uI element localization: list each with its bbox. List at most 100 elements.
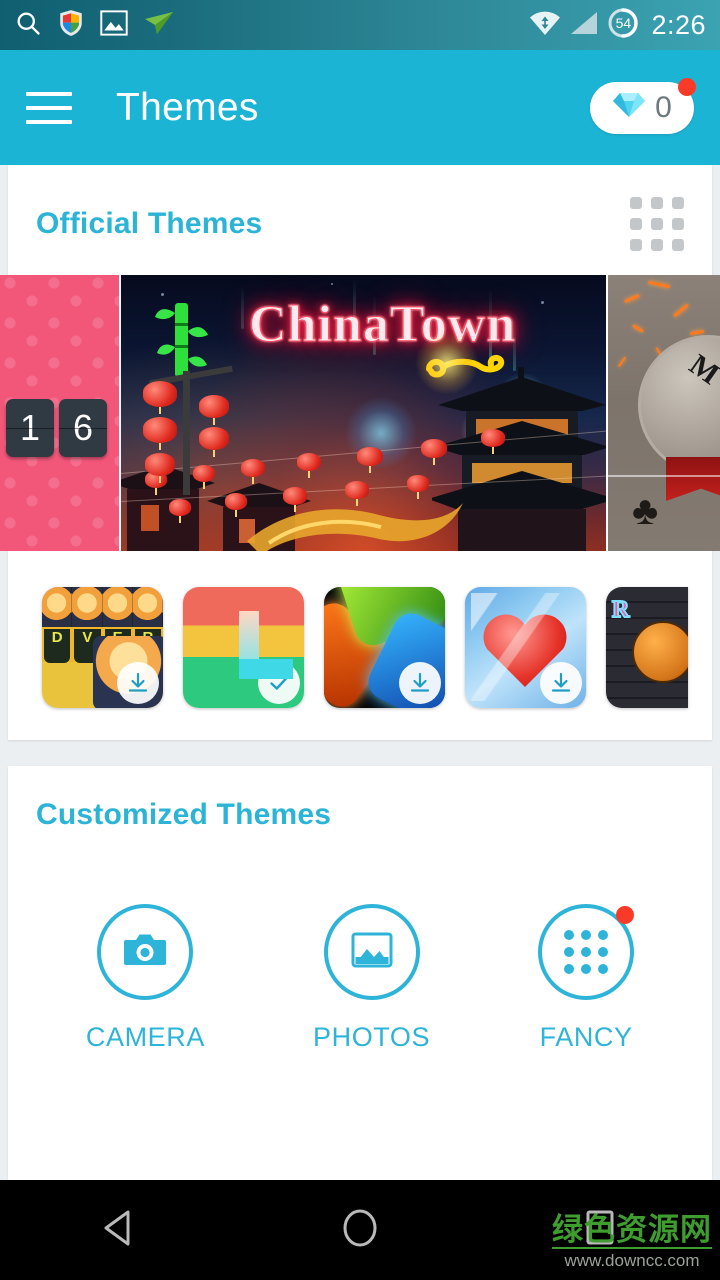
grid-dot (672, 239, 684, 251)
site-watermark: 绿色资源网 www.downcc.com (552, 1213, 712, 1270)
grid-dot (564, 947, 575, 957)
banner-pink-hearts-clock-theme[interactable]: 1 6 (0, 275, 119, 551)
graffiti-tag: R (611, 596, 630, 624)
grid-dot (564, 964, 575, 974)
stone-wallpaper: M ♣ (608, 275, 720, 551)
spark (617, 356, 627, 368)
fancy-button[interactable] (538, 904, 635, 1000)
gem-count-label: 0 (655, 90, 672, 124)
clock-digit: 1 (6, 399, 54, 457)
watermark-text-cn: 绿色资源网 (552, 1213, 712, 1250)
gem-balance-button[interactable]: 0 (590, 77, 696, 134)
grid-view-icon[interactable] (630, 197, 684, 251)
lantern (169, 499, 191, 523)
photos-label: PHOTOS (313, 1022, 431, 1052)
grid-dot (598, 947, 609, 957)
download-icon[interactable] (399, 662, 441, 704)
basketball-graphic (632, 621, 688, 683)
star (331, 283, 333, 285)
grid-dot (598, 930, 609, 940)
club-suit-icon: ♣ (632, 489, 659, 533)
diamond-icon (612, 91, 646, 124)
lantern (199, 395, 229, 425)
lantern (297, 453, 321, 478)
thumb-trump-theme[interactable]: D V E R (42, 587, 163, 708)
notification-badge-dot (678, 77, 696, 96)
golden-dragon-illustration (247, 503, 463, 551)
hamburger-line (26, 105, 72, 110)
system-navigation-bar: 绿色资源网 www.downcc.com (0, 1180, 720, 1280)
back-triangle-icon[interactable] (97, 1205, 143, 1256)
grid-dot (581, 964, 592, 974)
download-icon[interactable] (117, 662, 159, 704)
scroll-content[interactable]: Official Themes 1 6 ChinaTown M ♣ D V R … (0, 165, 720, 1180)
camera-button[interactable] (97, 904, 194, 1000)
flip-clock-widget: 1 6 (6, 399, 107, 457)
thumb-ice-heart-theme[interactable] (465, 587, 586, 708)
customized-action-fancy[interactable]: FANCY (538, 904, 635, 1053)
official-themes-title: Official Themes (36, 207, 263, 240)
grid-dot (651, 239, 663, 251)
fancy-label: FANCY (539, 1022, 633, 1052)
check-icon[interactable] (258, 662, 300, 704)
paper-plane-icon (144, 10, 174, 41)
grid-dot (651, 197, 663, 209)
chinatown-wallpaper: ChinaTown (121, 275, 606, 551)
customized-themes-actions: CAMERA PHOTOS FANCY (8, 856, 712, 1133)
star (541, 301, 544, 304)
trump-face (72, 587, 103, 627)
lantern (481, 429, 505, 454)
hamburger-line (26, 119, 72, 124)
official-themes-banner-carousel[interactable]: 1 6 ChinaTown M ♣ (0, 275, 720, 551)
star (161, 293, 164, 296)
battery-percent-label: 54 (615, 14, 632, 31)
official-themes-thumbnail-row[interactable]: D V E R (8, 551, 712, 740)
customized-action-photos[interactable]: PHOTOS (313, 904, 430, 1053)
grid-dot (598, 964, 609, 974)
photos-button[interactable] (323, 904, 420, 1000)
customized-themes-title: Customized Themes (36, 798, 332, 831)
pink-hearts-wallpaper: 1 6 (0, 275, 119, 551)
thumb-neon-shapes-theme[interactable] (324, 587, 445, 708)
lantern (143, 417, 177, 450)
grid-dot (630, 239, 642, 251)
banner-medal-stone-theme[interactable]: M ♣ (608, 275, 720, 551)
clock-digit: 6 (59, 399, 107, 457)
grid-dot (564, 930, 575, 940)
customized-themes-card: Customized Themes CAMERA PHOTOS FANCY (8, 766, 712, 1180)
official-themes-header: Official Themes (8, 165, 712, 275)
wifi-icon (529, 10, 561, 41)
trump-face (42, 587, 73, 627)
hamburger-menu-icon[interactable] (26, 91, 72, 124)
notification-badge-dot (616, 906, 635, 924)
battery-icon: 54 (607, 7, 639, 44)
camera-icon (123, 930, 167, 975)
thumb-colorful-l-theme[interactable] (183, 587, 304, 708)
lantern (241, 459, 265, 484)
banner-chinatown-theme[interactable]: ChinaTown (121, 275, 606, 551)
light-streak (241, 285, 244, 329)
grid-dot (630, 197, 642, 209)
stone-divider (608, 475, 720, 477)
spark (673, 303, 689, 318)
security-shield-icon (58, 9, 84, 42)
grid-dot (581, 930, 592, 940)
lantern (193, 465, 215, 489)
page-title: Themes (116, 85, 259, 129)
phone-screen: 54 2:26 Themes 0 Official Themes 1 6 Chi… (0, 0, 720, 1280)
home-circle-icon[interactable] (337, 1205, 383, 1256)
customized-themes-header: Customized Themes (8, 766, 712, 856)
official-themes-card: Official Themes 1 6 ChinaTown M ♣ D V R (0, 165, 720, 740)
trump-face (132, 587, 163, 627)
spark (624, 293, 640, 304)
search-icon (14, 9, 42, 42)
status-bar-clock: 2:26 (651, 9, 706, 40)
lantern (143, 381, 177, 414)
thumb-graffiti-basketball-theme[interactable]: R (606, 587, 688, 708)
customized-action-camera[interactable]: CAMERA (86, 904, 205, 1053)
drip-letter: D (44, 629, 71, 663)
download-icon[interactable] (540, 662, 582, 704)
signal-icon (569, 10, 599, 41)
lantern (421, 439, 447, 465)
status-bar-system-icons: 54 2:26 (529, 7, 706, 44)
